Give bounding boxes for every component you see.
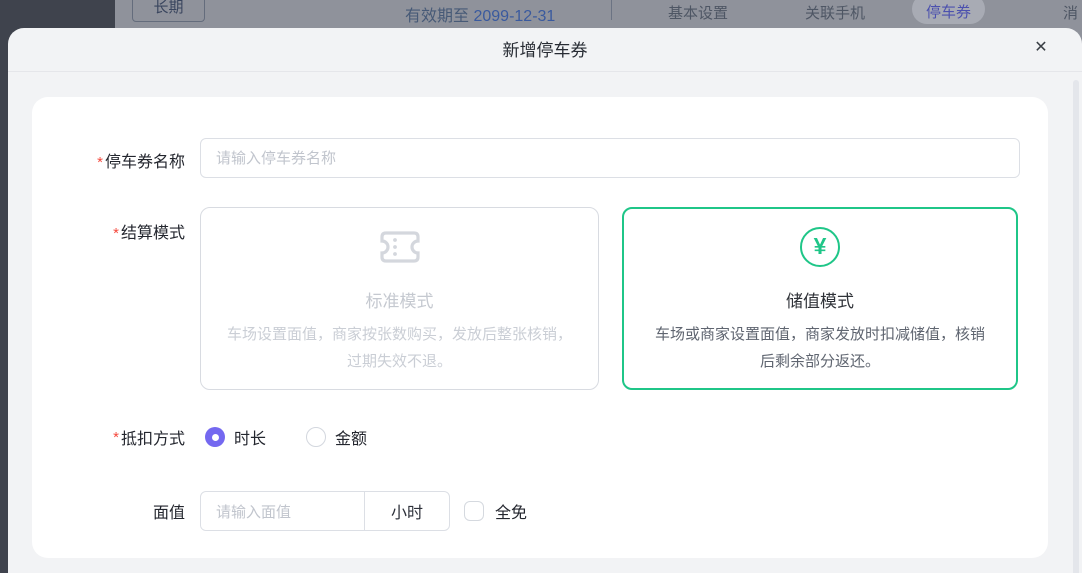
radio-duration-label: 时长 (234, 431, 267, 448)
modal-body: *停车券名称 *结算模式 (8, 72, 1082, 558)
background-tab-basic-settings[interactable]: 基本设置 (668, 2, 728, 23)
mode-card-standard-title: 标准模式 (365, 292, 434, 311)
mode-card-standard-description: 车场设置面值，商家按张数购买，发放后整张核销，过期失效不退。 (226, 326, 572, 370)
required-marker: * (113, 428, 119, 446)
screen: 长期 有效期至 2099-12-31 基本设置 关联手机 停车券 消 新增停车券… (0, 0, 1082, 573)
close-icon[interactable]: ✕ (1026, 33, 1056, 63)
form-row-deduction-method: * 抵扣方式 时长 金额 (32, 425, 1048, 449)
deduction-radio-group: 时长 金额 (200, 425, 407, 449)
radio-amount[interactable]: 金额 (306, 425, 367, 449)
face-value-input[interactable] (201, 492, 364, 530)
required-marker: * (97, 154, 103, 171)
free-checkbox-label: 全免 (495, 505, 528, 522)
add-parking-coupon-modal: 新增停车券 ✕ *停车券名称 *结算模式 (8, 28, 1082, 573)
deduction-method-label: * 抵扣方式 (113, 428, 185, 449)
modal-header: 新增停车券 ✕ (8, 28, 1082, 72)
radio-selected-icon (205, 427, 225, 447)
background-tab-linked-phone[interactable]: 关联手机 (805, 2, 865, 23)
face-value-label: 面值 (152, 505, 185, 522)
background-tab-parking-coupon[interactable]: 停车券 (912, 0, 986, 24)
background-divider (611, 0, 612, 20)
coupon-name-input[interactable] (200, 138, 1020, 178)
modal-title: 新增停车券 (502, 41, 588, 60)
settlement-mode-cards: 标准模式 车场设置面值，商家按张数购买，发放后整张核销，过期失效不退。 ¥ 储值… (200, 207, 1018, 390)
radio-amount-label: 金额 (335, 431, 368, 448)
background-validity-text: 有效期至 2099-12-31 (405, 2, 555, 26)
background-period-select[interactable]: 长期 (132, 0, 205, 22)
radio-duration[interactable]: 时长 (205, 425, 266, 449)
required-marker: * (113, 225, 119, 242)
mode-card-standard[interactable]: 标准模式 车场设置面值，商家按张数购买，发放后整张核销，过期失效不退。 (200, 207, 599, 390)
mode-card-stored-value[interactable]: ¥ 储值模式 车场或商家设置面值，商家发放时扣减储值，核销后剩余部分返还。 (622, 207, 1018, 390)
form-row-face-value: 面值 小时 全免 (32, 491, 1048, 531)
face-value-input-group: 小时 (200, 491, 450, 531)
form-panel: *停车券名称 *结算模式 (32, 97, 1048, 558)
validity-prefix: 有效期至 (405, 8, 470, 25)
background-page-strip: 长期 有效期至 2099-12-31 基本设置 关联手机 停车券 消 (115, 0, 1082, 28)
form-row-settlement-mode: * 结算模式 标准模式 车场设置面值，商家按张数购买，发放后整张核销，过期失效不… (32, 207, 1048, 390)
form-row-coupon-name: * 停车券名称 (32, 97, 1048, 178)
mode-card-stored-value-description: 车场或商家设置面值，商家发放时扣减储值，核销后剩余部分返还。 (654, 326, 985, 370)
ticket-icon (225, 227, 574, 267)
mode-card-stored-value-title: 储值模式 (786, 292, 854, 311)
coupon-name-label: * 停车券名称 (97, 154, 185, 171)
face-value-unit: 小时 (364, 492, 449, 530)
radio-unselected-icon (306, 427, 327, 447)
settlement-mode-label: * 结算模式 (113, 225, 185, 242)
background-tab-cut-off[interactable]: 消 (1063, 2, 1078, 23)
yuan-icon: ¥ (648, 227, 992, 267)
validity-date: 2099-12-31 (473, 8, 556, 25)
modal-scrollbar[interactable] (1073, 80, 1079, 573)
free-checkbox[interactable] (464, 501, 484, 521)
